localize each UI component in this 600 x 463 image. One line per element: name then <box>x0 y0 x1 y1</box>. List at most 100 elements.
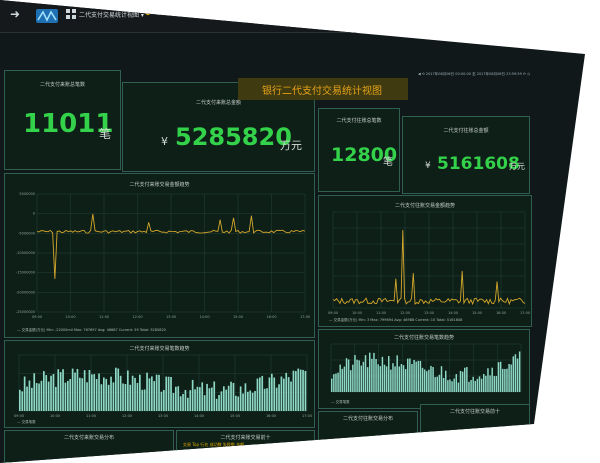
arrow-right-icon[interactable]: ➜ <box>10 8 20 20</box>
bar <box>514 354 517 392</box>
bar <box>335 373 337 392</box>
bar <box>98 373 100 411</box>
bar <box>220 391 223 411</box>
bar <box>64 382 67 411</box>
currency-symbol: ¥ <box>425 161 431 171</box>
bar <box>411 363 413 392</box>
bar <box>339 364 341 392</box>
bar <box>518 351 521 392</box>
bar <box>400 364 403 392</box>
stat-title: 二代支付来账总金额 <box>195 100 241 106</box>
bar <box>100 384 103 411</box>
share-icon[interactable]: ⧉ <box>157 9 162 18</box>
bar <box>249 390 252 411</box>
bar <box>203 395 206 411</box>
bar <box>31 387 33 411</box>
chart-panel-incoming-amount: 二代支付来账交易金额趋势 5000000 0 -5000000 -10000000 -1… <box>4 173 315 338</box>
bar <box>235 395 237 411</box>
bar <box>287 377 290 411</box>
x-tick-label: 12:00 <box>132 315 142 319</box>
bar <box>172 392 175 411</box>
bar <box>421 367 424 392</box>
stat-unit: 万元 <box>280 139 302 152</box>
bar <box>55 386 57 411</box>
bottom-panel-right-a: 二代支付往账交易分布 <box>318 411 418 441</box>
x-tick-label: 14:00 <box>448 311 458 315</box>
dashboard-title[interactable]: 二代支付交易统计视图 ▾ <box>79 10 144 19</box>
bar <box>95 379 98 411</box>
bar <box>251 392 254 411</box>
bar <box>83 370 86 411</box>
bar <box>143 389 146 411</box>
bar <box>358 360 360 392</box>
bar <box>81 378 84 411</box>
bar <box>43 371 45 411</box>
bar <box>237 396 240 411</box>
outgoing-amount-line-chart: 09:00 10:00 11:00 12:00 13:00 14:00 15:00 16:00… <box>328 211 530 315</box>
top-navbar: ➜ 二代支付交易统计视图 ▾ ✪ ⧉ <box>0 0 585 33</box>
bar <box>57 369 60 411</box>
panel-title: 二代支付来账交易分布 <box>63 435 114 441</box>
panel-title: 二代支付往账交易前十 <box>449 409 500 415</box>
bottom-panel-mid: 二代支付来账交易前十 交易 Top 行名 成功数 失败数 金额 <box>176 430 315 463</box>
bar <box>489 375 491 392</box>
monitor-frame: ➜ 二代支付交易统计视图 ▾ ✪ ⧉ 二代支付来账总笔数 11011 笔 二代支… <box>0 0 585 463</box>
stat-value: 5161608 <box>437 154 520 174</box>
bar <box>292 370 295 411</box>
time-range-picker[interactable]: ◀ ⟲ 2017年08月06日 00:00:00 至 2017年08月06日 2… <box>418 72 530 77</box>
bar <box>371 358 373 392</box>
x-tick-label: 13:00 <box>166 315 176 319</box>
bar <box>141 389 144 411</box>
bar <box>223 386 225 411</box>
bar <box>218 394 220 411</box>
bar <box>302 369 304 411</box>
bar <box>155 374 158 411</box>
bar <box>506 368 508 392</box>
bar <box>516 358 519 392</box>
grafana-logo-icon[interactable] <box>36 9 58 23</box>
chart-panel-outgoing-amount: 二代支付往账交易金额趋势 09:00 10:00 11:00 12:00 13:00 14… <box>318 195 532 327</box>
bar <box>103 377 105 411</box>
bar <box>415 361 417 392</box>
bar <box>445 370 447 392</box>
bar <box>343 366 346 392</box>
bar <box>52 374 55 411</box>
bar <box>261 375 264 411</box>
y-tick-label: -10000000 <box>16 251 35 255</box>
x-tick-label: 13:00 <box>424 311 434 315</box>
x-tick-label: 12:00 <box>400 311 410 315</box>
star-icon[interactable]: ✪ <box>145 9 151 17</box>
bar <box>86 382 88 411</box>
bar <box>280 376 283 411</box>
bar <box>199 387 201 411</box>
bar <box>396 355 398 392</box>
bar <box>352 364 354 392</box>
bar <box>451 381 453 392</box>
bar <box>369 352 371 392</box>
bar <box>508 363 510 392</box>
bar <box>107 384 110 411</box>
bar <box>196 386 199 411</box>
dashboard-grid-icon[interactable] <box>66 9 76 19</box>
table-header: 交易 Top 行名 成功数 失败数 金额 <box>183 442 245 447</box>
bar <box>256 378 259 411</box>
bar <box>136 382 139 411</box>
stat-title: 二代支付往账总笔数 <box>336 118 382 124</box>
bar <box>434 377 436 392</box>
bar <box>165 376 168 411</box>
bar <box>38 383 40 411</box>
bar <box>487 368 489 392</box>
bar <box>110 376 112 411</box>
bar <box>499 361 502 392</box>
bar <box>213 381 216 411</box>
bar <box>148 378 151 411</box>
bar <box>493 376 496 392</box>
stat-value: 5285820 <box>175 123 292 151</box>
bar <box>285 372 288 411</box>
bar <box>385 366 388 392</box>
bar <box>442 377 445 392</box>
x-tick-label: 17:00 <box>300 315 310 319</box>
bar <box>377 364 379 392</box>
bar <box>153 381 156 411</box>
bar <box>163 389 165 411</box>
